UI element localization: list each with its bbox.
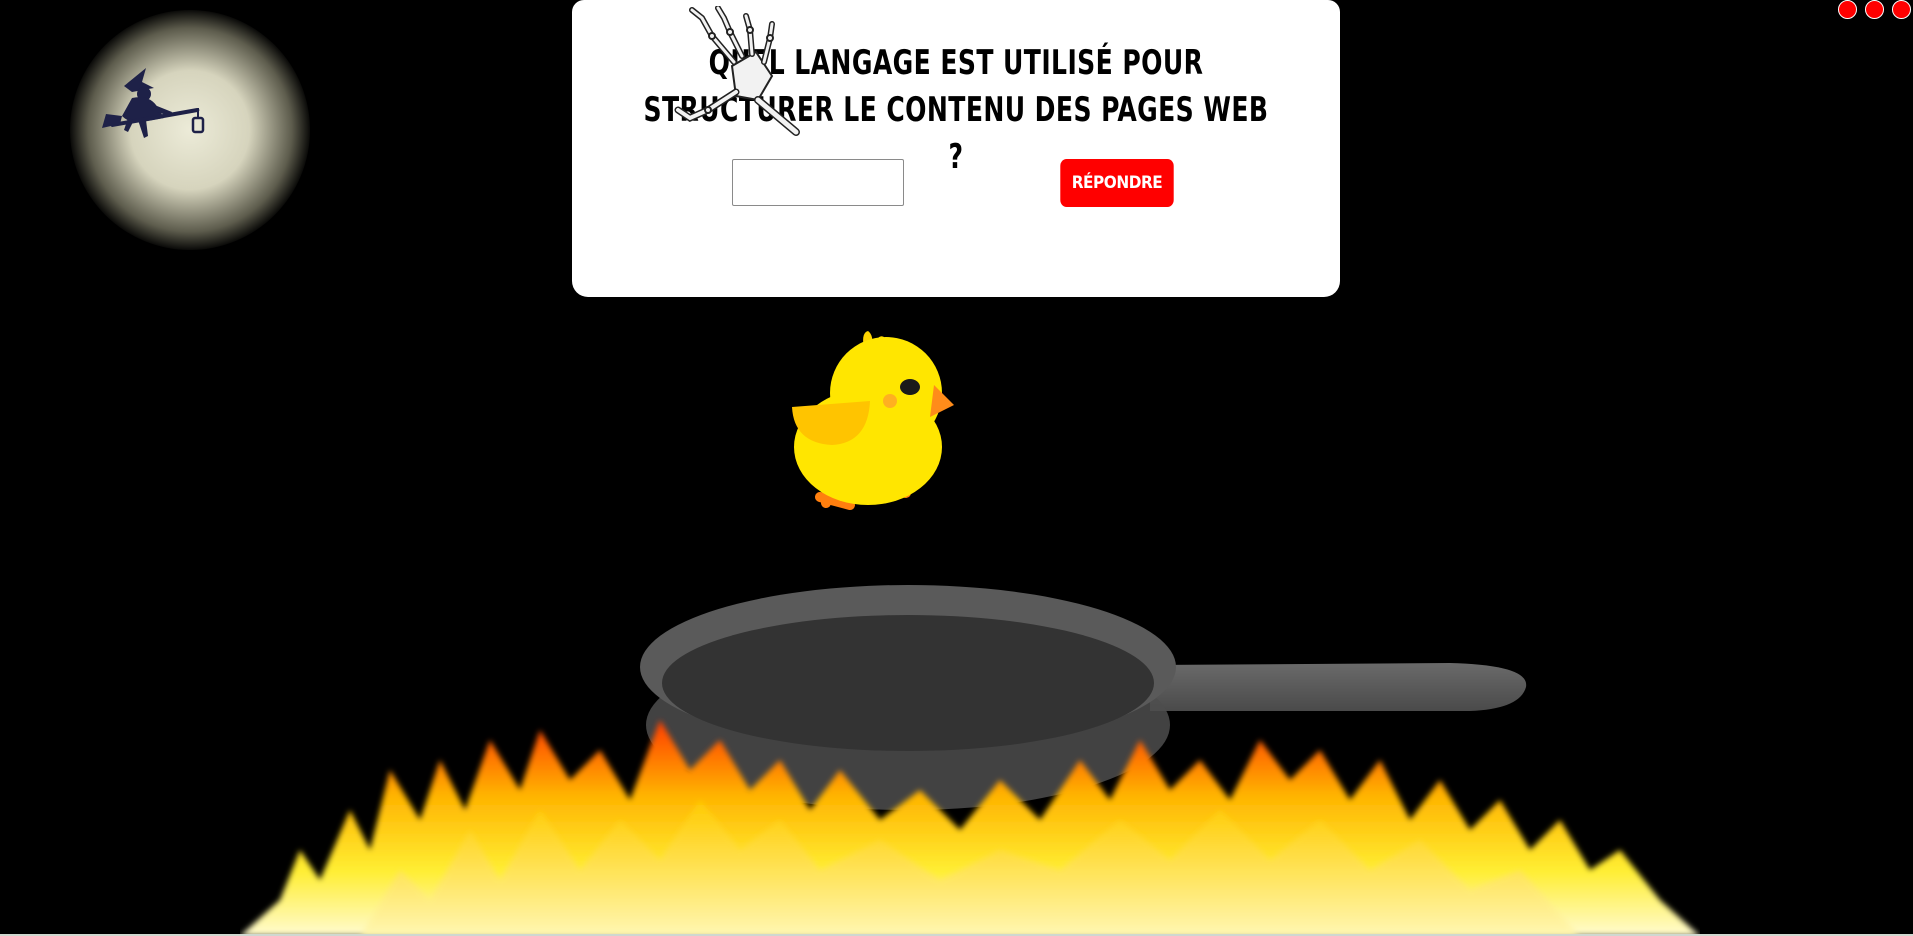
life-heart-icon	[1865, 0, 1884, 19]
question-card: Quel langage est utilisé pour structurer…	[572, 0, 1340, 297]
life-heart-icon	[1892, 0, 1911, 19]
life-heart-icon	[1838, 0, 1857, 19]
frying-pan-icon	[640, 585, 1527, 810]
lives-indicator	[1838, 0, 1913, 19]
answer-input[interactable]	[732, 159, 904, 206]
answer-button[interactable]: Répondre	[1060, 159, 1174, 207]
chick-icon	[792, 331, 954, 510]
witch-on-broom-icon	[102, 68, 205, 138]
game-stage: Quel langage est utilisé pour structurer…	[0, 0, 1913, 936]
